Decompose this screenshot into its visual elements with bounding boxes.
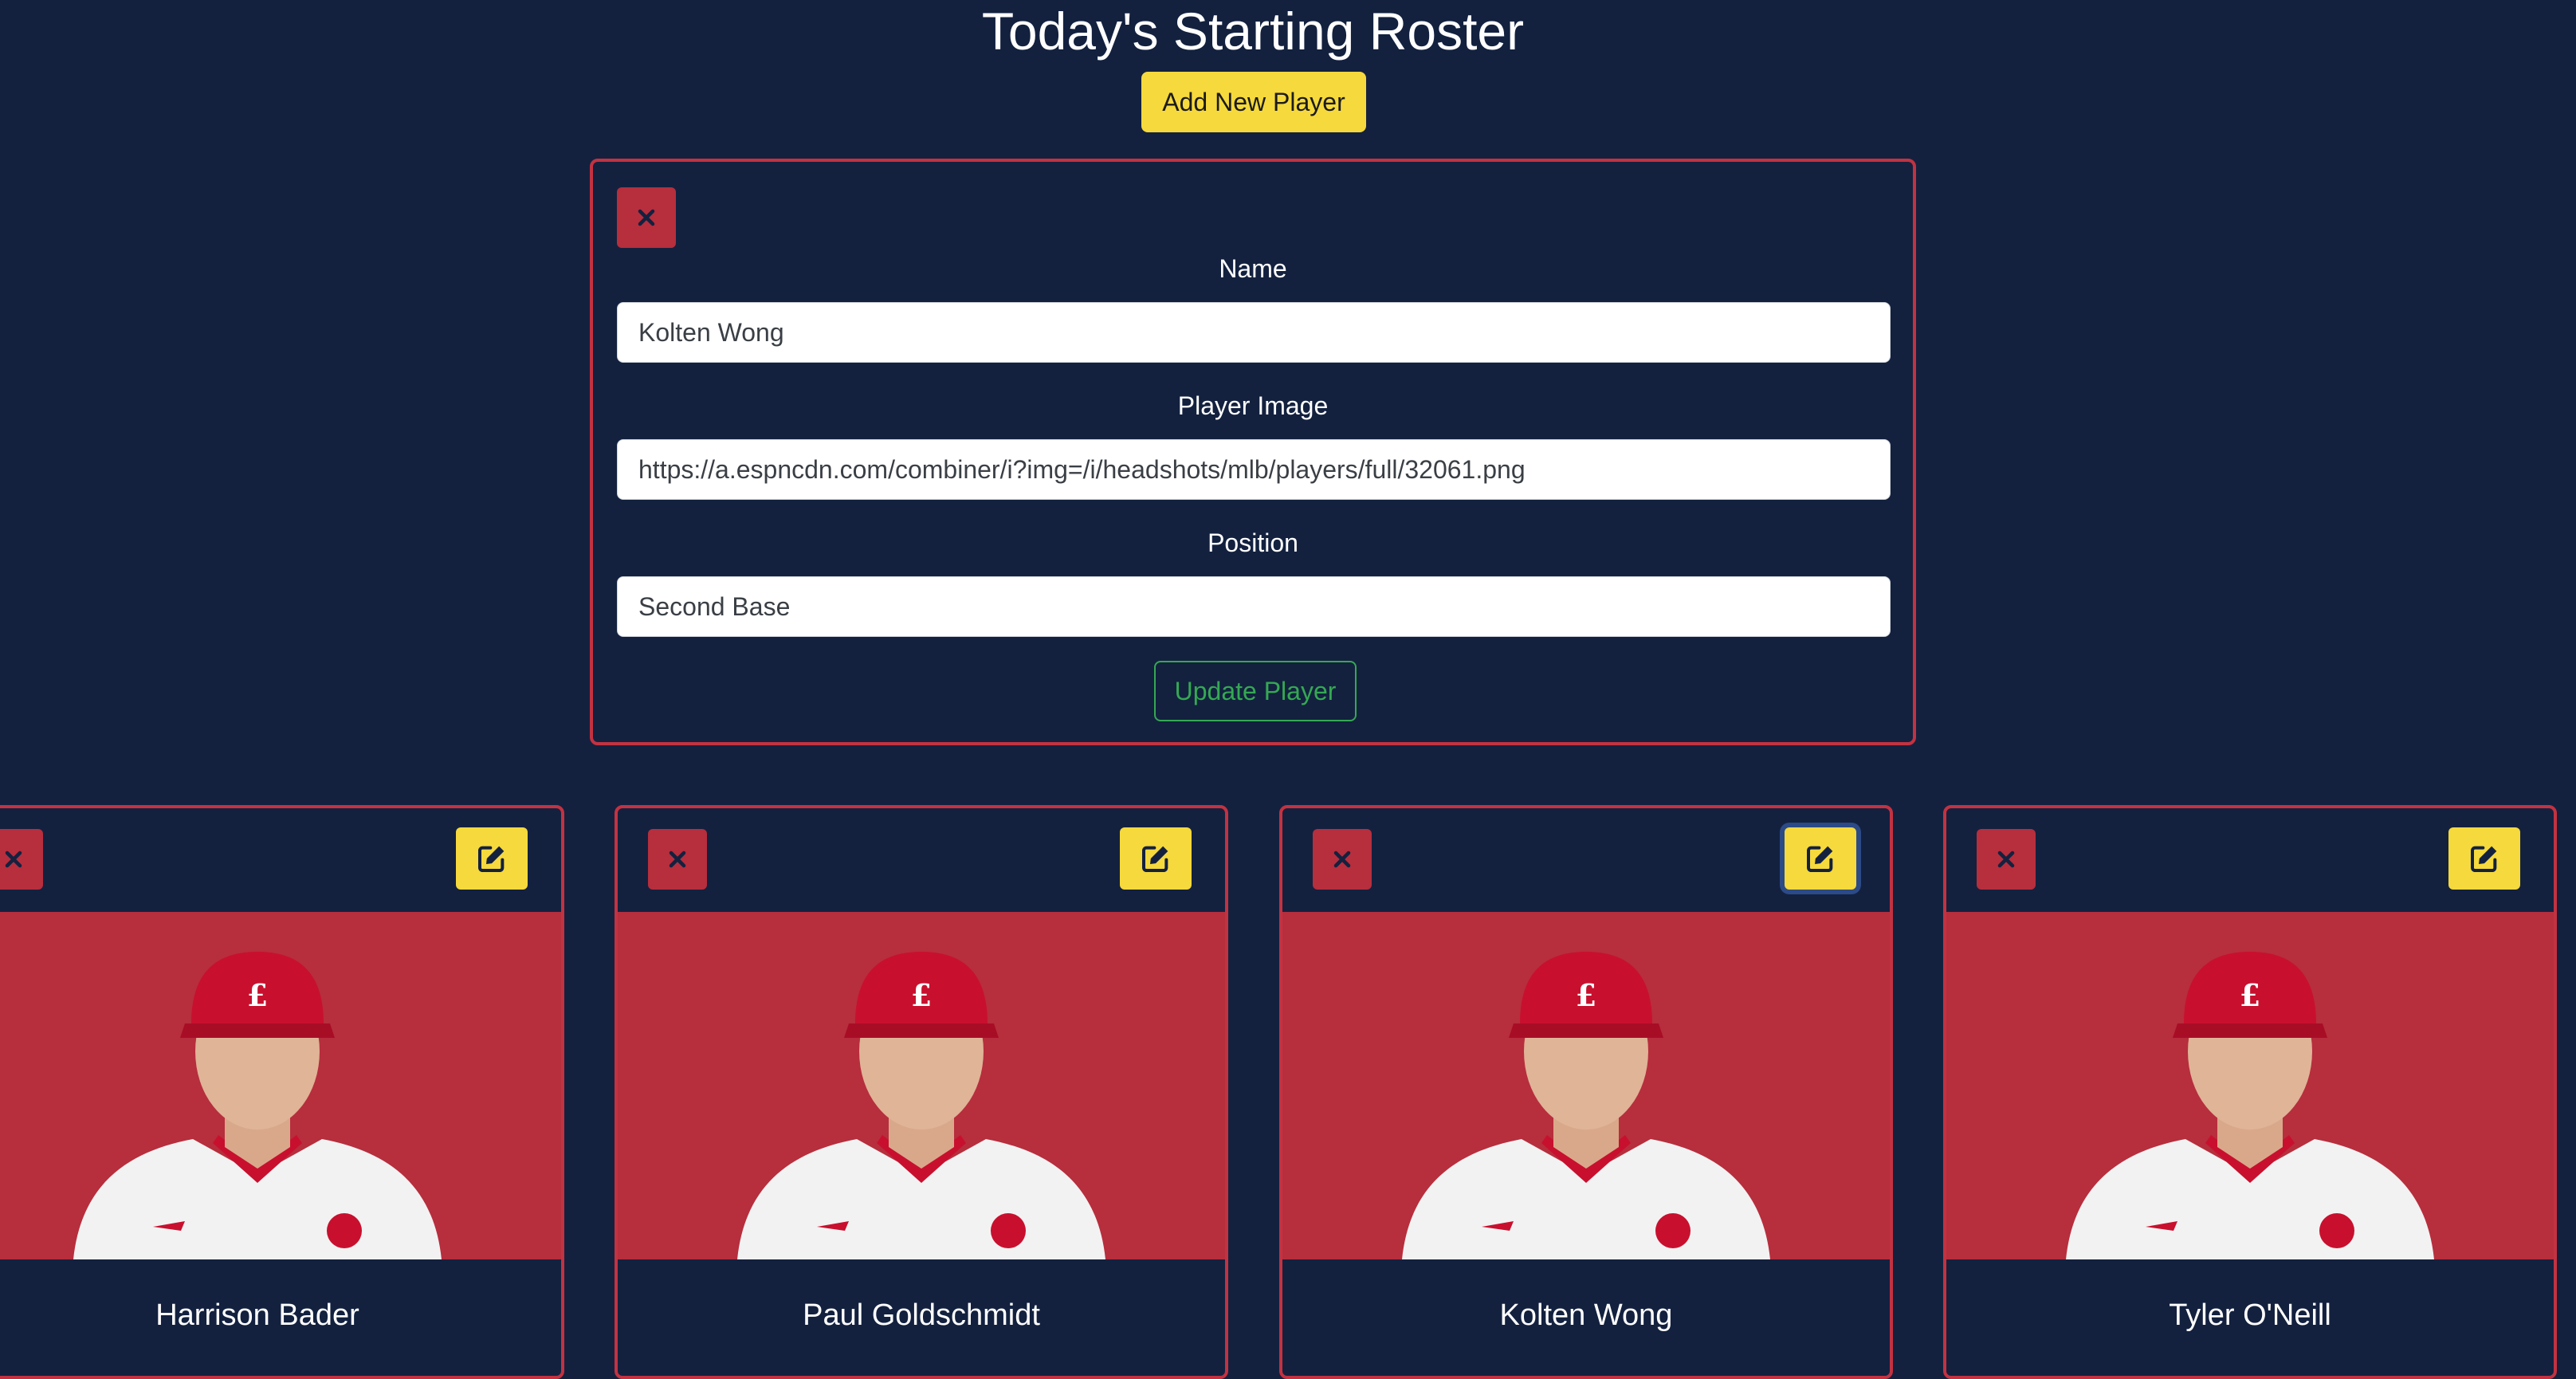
edit-player-form: Name Player Image Position Update Player [590,159,1916,745]
player-card-2: £ Paul Goldschmidt [615,805,1228,1379]
delete-player-button[interactable] [1313,829,1372,890]
player-headshot: £ [0,912,561,1259]
player-headshot: £ [1946,912,2554,1259]
player-card-4: £ Tyler O'Neill [1943,805,2557,1379]
close-icon [669,851,686,868]
delete-player-button[interactable] [0,829,43,890]
player-card-3: £ Kolten Wong [1279,805,1893,1379]
edit-player-button[interactable] [1785,827,1856,890]
page-title: Today's Starting Roster [981,2,1525,61]
player-image-label: Player Image [1177,391,1329,420]
player-name: Harrison Bader [155,1298,359,1332]
player-headshot: £ [1282,912,1890,1259]
edit-icon [1142,846,1168,872]
position-label: Position [1208,528,1298,557]
svg-text:£: £ [1576,977,1596,1013]
close-icon [5,851,22,868]
player-headshot: £ [618,912,1225,1259]
close-icon [1333,851,1351,868]
close-form-button[interactable] [617,187,676,248]
edit-player-button[interactable] [456,827,528,890]
edit-icon [1807,846,1833,872]
position-input[interactable] [617,576,1891,637]
name-label: Name [1219,254,1287,283]
delete-player-button[interactable] [648,829,707,890]
svg-text:£: £ [911,977,932,1013]
player-card-1: £ Harrison Bader [0,805,564,1379]
name-input[interactable] [617,302,1891,363]
player-name: Tyler O'Neill [2169,1298,2331,1332]
add-new-player-button[interactable]: Add New Player [1141,72,1366,132]
edit-icon [478,846,505,872]
svg-text:£: £ [2240,977,2260,1013]
delete-player-button[interactable] [1977,829,2036,890]
edit-icon [2471,846,2497,872]
close-icon [1997,851,2015,868]
update-player-button[interactable]: Update Player [1154,661,1357,721]
player-image-input[interactable] [617,439,1891,500]
edit-player-button[interactable] [2448,827,2520,890]
close-icon [638,209,655,226]
svg-text:£: £ [247,977,268,1013]
edit-player-button[interactable] [1120,827,1192,890]
player-name: Paul Goldschmidt [803,1298,1040,1332]
player-name: Kolten Wong [1499,1298,1673,1332]
